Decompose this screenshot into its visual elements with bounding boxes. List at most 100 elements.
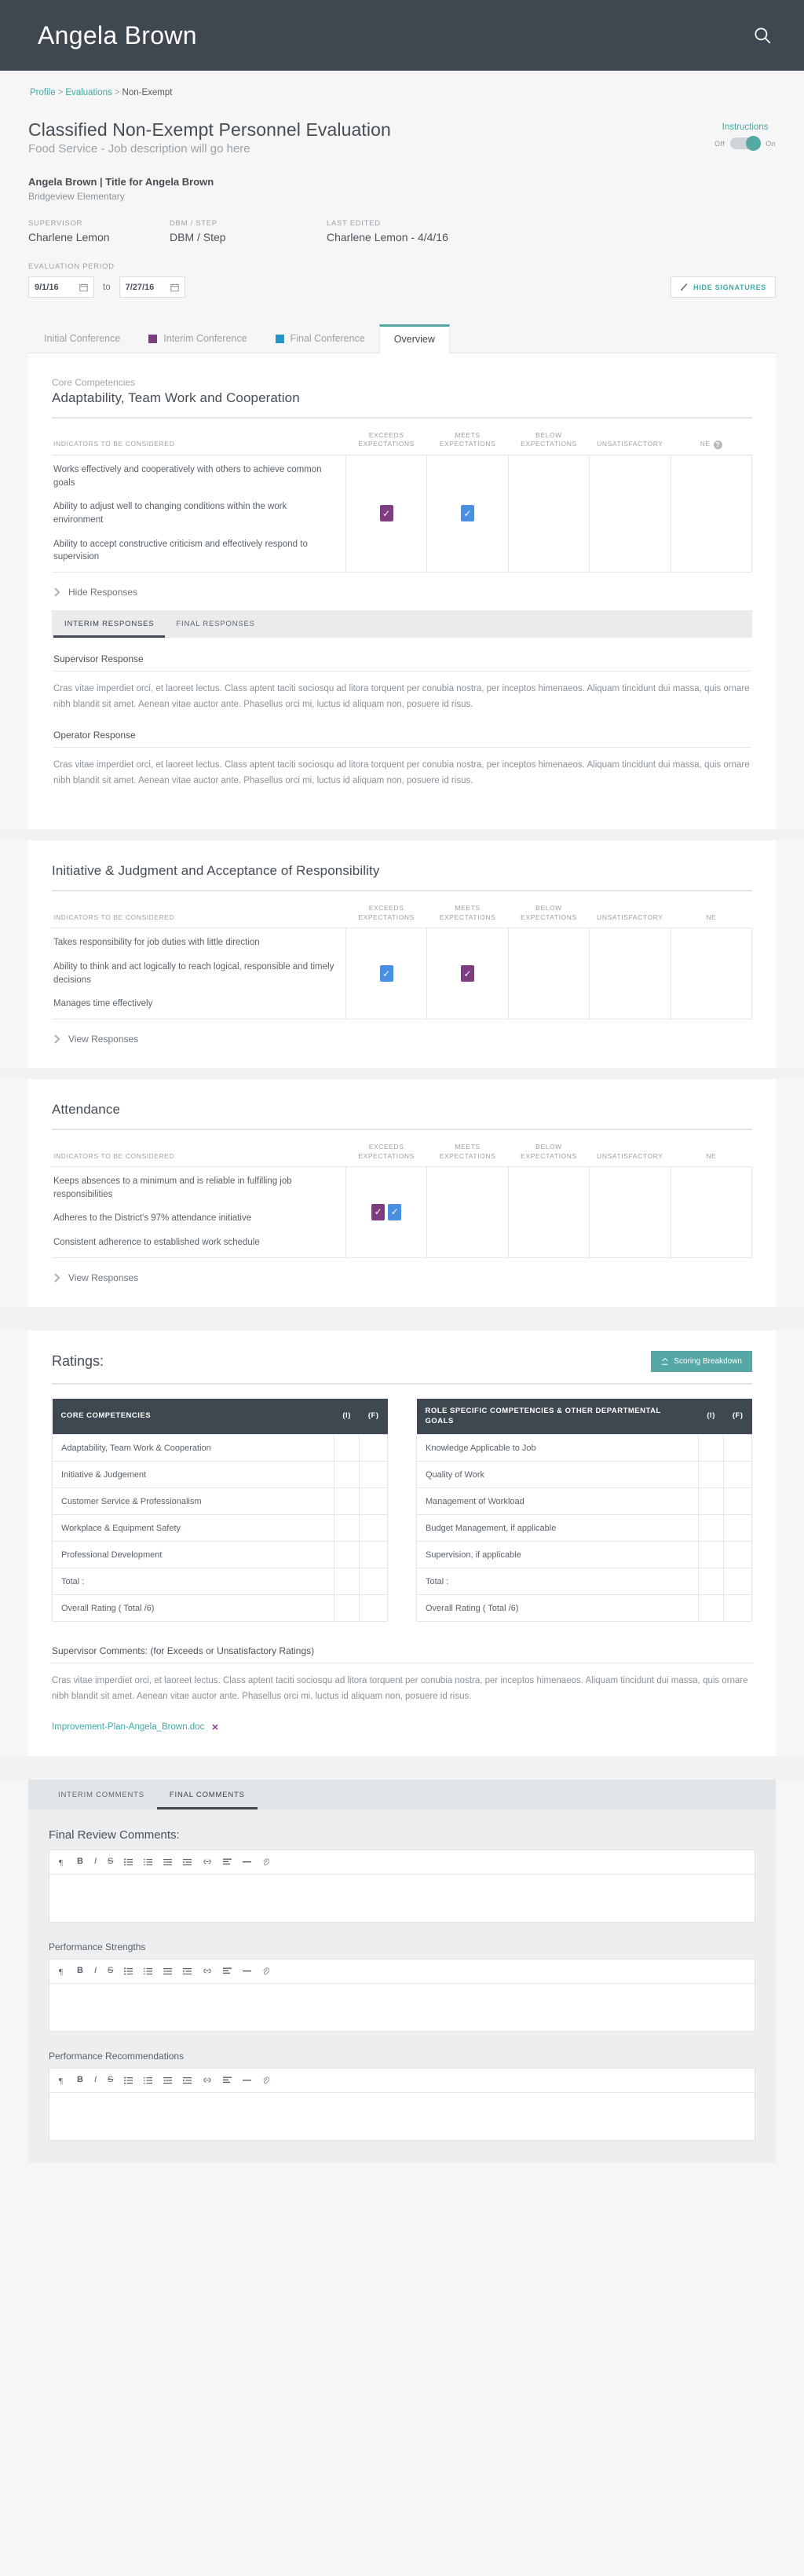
attachment-link[interactable]: Improvement-Plan-Angela_Brown.doc <box>52 1722 204 1732</box>
period-end-date-input[interactable]: 7/27/16 <box>119 276 185 298</box>
horizontal-rule-icon[interactable] <box>243 1967 252 1974</box>
outdent-icon[interactable] <box>163 1858 173 1866</box>
horizontal-rule-icon[interactable] <box>243 2077 252 2084</box>
rating-final-cell[interactable] <box>723 1434 752 1462</box>
rating-interim-cell[interactable] <box>333 1568 360 1596</box>
tab-interim-comments[interactable]: INTERIM COMMENTS <box>46 1780 157 1809</box>
rating-final-cell[interactable] <box>723 1487 752 1516</box>
outdent-icon[interactable] <box>163 2077 173 2084</box>
rating-cell-below[interactable] <box>507 454 590 573</box>
italic-icon[interactable]: I <box>94 1857 97 1866</box>
tab-interim-conference[interactable]: Interim Conference <box>134 324 261 353</box>
italic-icon[interactable]: I <box>94 2076 97 2084</box>
rating-final-cell[interactable] <box>723 1594 752 1623</box>
attachment-icon[interactable] <box>262 1857 270 1866</box>
align-icon[interactable] <box>223 2077 232 2084</box>
final-review-comments-input[interactable] <box>49 1874 755 1922</box>
rating-cell-exceeds[interactable]: ✓ <box>345 928 428 1020</box>
paragraph-icon[interactable]: ¶ <box>59 1967 66 1976</box>
outdent-icon[interactable] <box>163 1967 173 1975</box>
bold-icon[interactable]: B <box>77 2076 83 2084</box>
checkmark-purple-icon[interactable]: ✓ <box>371 1203 386 1220</box>
rating-cell-meets[interactable]: ✓ <box>426 928 509 1020</box>
tab-final-comments[interactable]: FINAL COMMENTS <box>156 1780 258 1809</box>
search-icon[interactable] <box>752 25 773 46</box>
scoring-breakdown-button[interactable]: Scoring Breakdown <box>651 1350 752 1372</box>
rating-final-cell[interactable] <box>359 1594 388 1623</box>
attachment-icon[interactable] <box>262 1967 270 1975</box>
align-icon[interactable] <box>223 1858 232 1865</box>
rating-cell-below[interactable] <box>507 928 590 1020</box>
rating-final-cell[interactable] <box>359 1568 388 1596</box>
rating-interim-cell[interactable] <box>333 1434 360 1462</box>
bold-icon[interactable]: B <box>77 1967 83 1975</box>
hide-responses-toggle[interactable]: Hide Responses <box>52 587 752 598</box>
rating-interim-cell[interactable] <box>697 1568 725 1596</box>
rating-final-cell[interactable] <box>723 1568 752 1596</box>
performance-recommendations-input[interactable] <box>49 2092 755 2140</box>
link-icon[interactable] <box>203 2077 212 2084</box>
checkmark-purple-icon[interactable]: ✓ <box>461 965 475 982</box>
checkmark-blue-icon[interactable]: ✓ <box>461 505 475 522</box>
link-icon[interactable] <box>203 1858 212 1865</box>
strikethrough-icon[interactable]: S <box>108 1967 113 1975</box>
breadcrumb-profile[interactable]: Profile <box>30 88 56 97</box>
rating-final-cell[interactable] <box>723 1541 752 1569</box>
rating-cell-meets[interactable] <box>426 1166 509 1258</box>
rating-interim-cell[interactable] <box>697 1487 725 1516</box>
rating-interim-cell[interactable] <box>333 1487 360 1516</box>
rating-interim-cell[interactable] <box>333 1461 360 1489</box>
tab-initial-conference[interactable]: Initial Conference <box>30 324 134 353</box>
view-responses-toggle[interactable]: View Responses <box>52 1272 752 1283</box>
tab-final-conference[interactable]: Final Conference <box>261 324 379 353</box>
bullet-list-icon[interactable] <box>124 2077 133 2084</box>
rating-interim-cell[interactable] <box>697 1461 725 1489</box>
rating-cell-below[interactable] <box>507 1166 590 1258</box>
rating-interim-cell[interactable] <box>333 1541 360 1569</box>
period-start-date-input[interactable]: 9/1/16 <box>28 276 94 298</box>
rating-interim-cell[interactable] <box>697 1434 725 1462</box>
rating-final-cell[interactable] <box>359 1487 388 1516</box>
rating-cell-unsatisfactory[interactable] <box>589 928 671 1020</box>
rating-cell-exceeds[interactable]: ✓ ✓ <box>345 1166 428 1258</box>
close-icon[interactable]: ✕ <box>211 1722 218 1733</box>
rating-cell-ne[interactable] <box>670 454 753 573</box>
performance-strengths-input[interactable] <box>49 1983 755 2031</box>
rating-final-cell[interactable] <box>359 1541 388 1569</box>
rating-interim-cell[interactable] <box>697 1594 725 1623</box>
rating-cell-meets[interactable]: ✓ <box>426 454 509 573</box>
rating-interim-cell[interactable] <box>333 1514 360 1542</box>
rating-final-cell[interactable] <box>359 1514 388 1542</box>
rating-cell-ne[interactable] <box>670 928 753 1020</box>
italic-icon[interactable]: I <box>94 1967 97 1975</box>
help-icon[interactable]: ? <box>713 440 722 449</box>
indent-icon[interactable] <box>183 2077 192 2084</box>
rating-interim-cell[interactable] <box>697 1514 725 1542</box>
rating-cell-exceeds[interactable]: ✓ <box>345 454 428 573</box>
tab-overview[interactable]: Overview <box>378 324 450 353</box>
strikethrough-icon[interactable]: S <box>108 2076 113 2084</box>
instructions-link[interactable]: Instructions <box>714 123 776 132</box>
bullet-list-icon[interactable] <box>124 1858 133 1866</box>
instructions-toggle-switch[interactable] <box>730 136 762 151</box>
link-icon[interactable] <box>203 1967 212 1974</box>
rating-interim-cell[interactable] <box>697 1541 725 1569</box>
rating-cell-ne[interactable] <box>670 1166 753 1258</box>
checkmark-blue-icon[interactable]: ✓ <box>388 1203 402 1220</box>
rating-final-cell[interactable] <box>359 1461 388 1489</box>
bold-icon[interactable]: B <box>77 1857 83 1866</box>
bullet-list-icon[interactable] <box>124 1967 133 1975</box>
checkmark-blue-icon[interactable]: ✓ <box>379 965 393 982</box>
hide-signatures-button[interactable]: HIDE SIGNATURES <box>671 276 776 298</box>
horizontal-rule-icon[interactable] <box>243 1858 252 1865</box>
attachment-icon[interactable] <box>262 2076 270 2084</box>
rating-final-cell[interactable] <box>359 1434 388 1462</box>
rating-interim-cell[interactable] <box>333 1594 360 1623</box>
checkmark-purple-icon[interactable]: ✓ <box>379 505 393 522</box>
view-responses-toggle[interactable]: View Responses <box>52 1034 752 1045</box>
numbered-list-icon[interactable] <box>144 2077 153 2084</box>
rating-cell-unsatisfactory[interactable] <box>589 1166 671 1258</box>
indent-icon[interactable] <box>183 1858 192 1866</box>
tab-interim-responses[interactable]: INTERIM RESPONSES <box>53 610 166 638</box>
numbered-list-icon[interactable] <box>144 1858 153 1866</box>
